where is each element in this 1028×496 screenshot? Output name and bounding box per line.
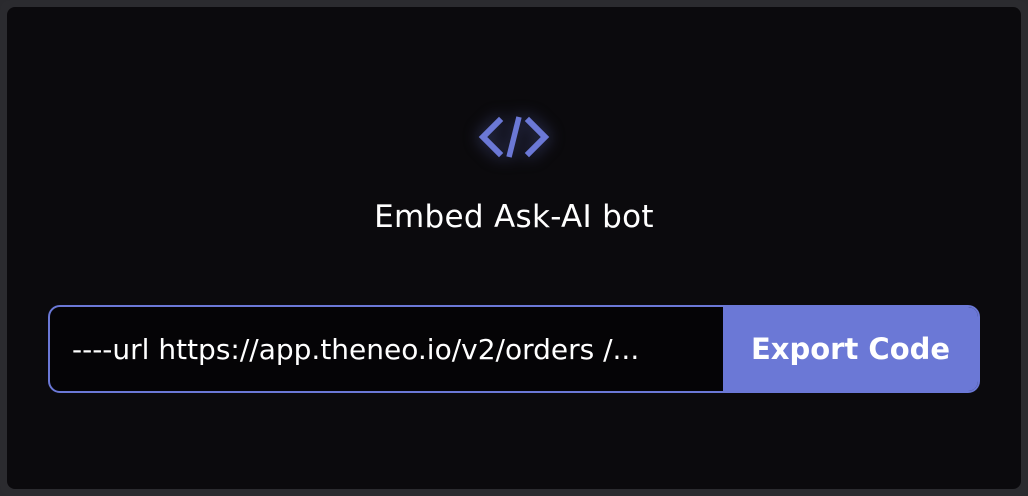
export-code-button[interactable]: Export Code xyxy=(723,307,978,391)
embed-dialog: Embed Ask-AI bot ----url https://app.the… xyxy=(7,7,1021,489)
code-brackets-icon xyxy=(474,107,554,167)
embed-code-bar: ----url https://app.theneo.io/v2/orders … xyxy=(48,305,980,393)
dialog-title: Embed Ask-AI bot xyxy=(374,199,654,235)
dialog-frame: Embed Ask-AI bot ----url https://app.the… xyxy=(0,0,1028,496)
embed-code-field[interactable]: ----url https://app.theneo.io/v2/orders … xyxy=(50,307,723,391)
